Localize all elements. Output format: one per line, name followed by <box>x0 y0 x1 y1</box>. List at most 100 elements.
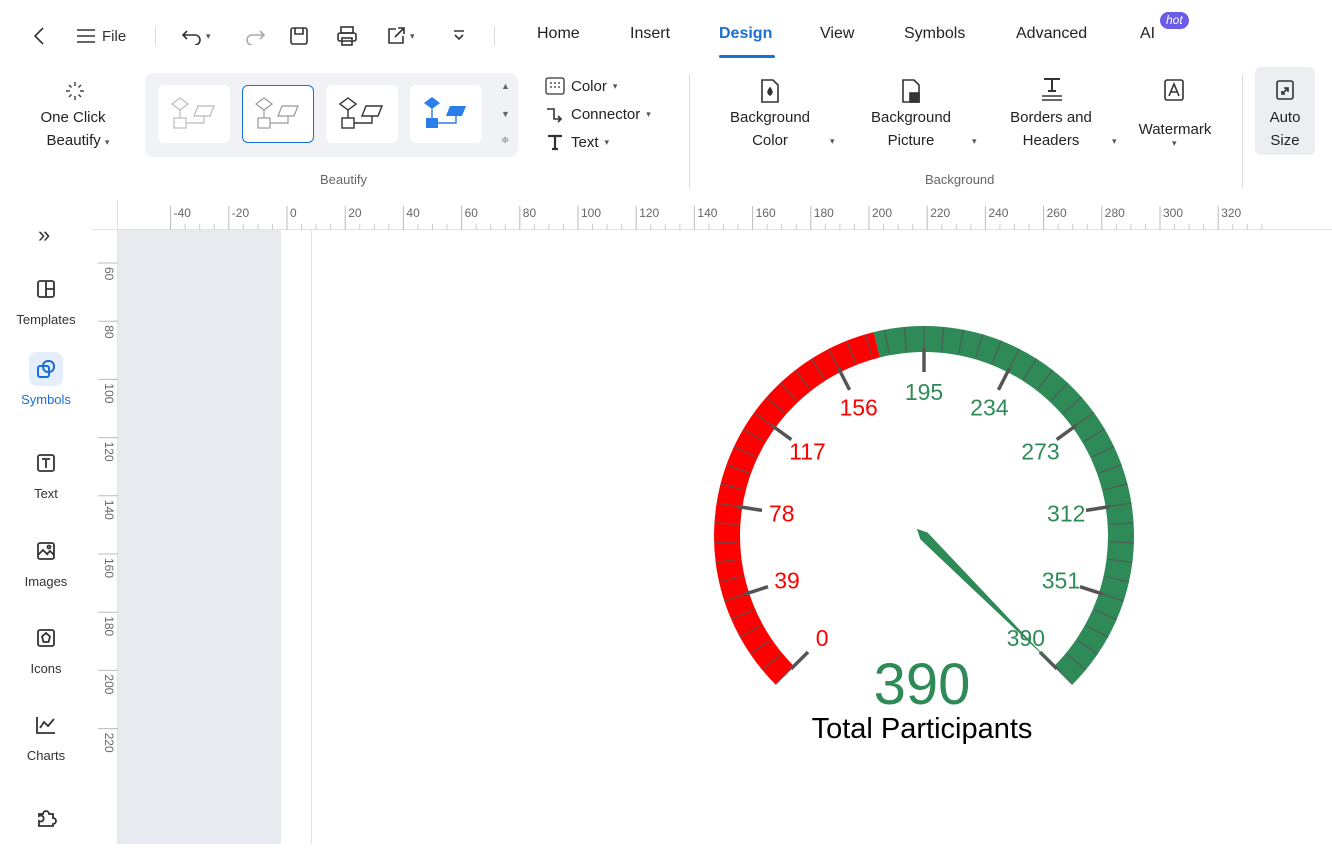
gallery-scroll-down[interactable]: ▼ <box>501 109 510 119</box>
print-button[interactable] <box>334 24 360 48</box>
sidebar-item-label: Images <box>24 574 68 589</box>
gallery-expand[interactable]: ≑ <box>501 135 509 146</box>
text-label: Text <box>571 133 599 151</box>
gauge-major-tick <box>744 585 769 596</box>
style-option-2[interactable] <box>242 85 314 143</box>
tab-design[interactable]: Design <box>719 25 772 43</box>
export-button[interactable]: ▾ <box>386 24 428 48</box>
sidebar-item-label: Symbols <box>21 392 71 407</box>
ruler-corner <box>92 200 118 230</box>
active-tab-indicator <box>719 55 775 58</box>
print-icon <box>337 26 357 46</box>
horizontal-ruler: -40 -20 0 20 40 60 80 100 120 140 160 180 200 220 240 2… <box>118 200 1332 230</box>
file-menu-button[interactable]: File <box>76 24 134 48</box>
ruler-label: 120 <box>639 206 659 220</box>
gallery-scroll-up[interactable]: ▲ <box>501 81 510 91</box>
horizontal-ruler-scale: -40 -20 0 20 40 60 80 100 120 140 160 180 200 220 240 2… <box>170 206 1263 230</box>
charts-icon <box>36 717 55 734</box>
sidebar-item-images[interactable]: Images <box>0 534 92 589</box>
tab-symbols[interactable]: Symbols <box>904 25 965 43</box>
sidebar-item-text[interactable]: Text <box>0 446 92 501</box>
ruler-label: -40 <box>174 206 192 220</box>
borders-headers-button[interactable]: Borders and Headers ▾ <box>998 76 1122 158</box>
sidebar-item-label: Icons <box>30 661 62 676</box>
background-color-button[interactable]: Background Color ▾ <box>720 76 842 158</box>
ruler-label: 180 <box>814 206 834 220</box>
tab-advanced[interactable]: Advanced <box>1016 25 1087 43</box>
redo-icon <box>246 30 265 45</box>
ruler-label: 140 <box>102 500 116 520</box>
drawing-canvas[interactable]: 03978117156195234273312351390 390 Total … <box>118 230 1332 844</box>
gauge-chart[interactable]: 03978117156195234273312351390 390 Total … <box>118 230 1332 844</box>
style-option-4[interactable] <box>410 85 482 143</box>
connector-menu[interactable]: Connector ▾ <box>545 105 651 123</box>
chevron-down-icon: ▾ <box>612 80 618 91</box>
connector-label: Connector <box>571 105 641 123</box>
save-button[interactable] <box>288 24 310 48</box>
bg-color-label-line2: Color <box>752 132 788 149</box>
chevron-down-icon: ▾ <box>646 108 651 119</box>
gauge-tick-labels: 03978117156195234273312351390 <box>769 379 1085 651</box>
left-sidebar: » Templates Symbols Text Images Icons Ch… <box>0 200 92 844</box>
text-format-icon <box>548 134 562 151</box>
templates-icon <box>37 280 55 298</box>
text-menu[interactable]: Text ▾ <box>545 133 609 151</box>
ruler-label: 80 <box>523 206 537 220</box>
ruler-label: 120 <box>102 442 116 462</box>
expand-sidebar-button[interactable]: » <box>38 222 50 248</box>
chevron-down-icon: ▾ <box>830 136 835 146</box>
back-button[interactable] <box>28 24 50 48</box>
color-menu[interactable]: Color ▾ <box>545 77 617 95</box>
gauge-tick-label: 273 <box>1021 438 1059 464</box>
beautify-group-label: Beautify <box>320 172 367 187</box>
gauge-value: 390 <box>874 652 971 717</box>
bg-picture-label-line2: Picture <box>887 132 935 149</box>
tab-insert[interactable]: Insert <box>630 25 670 43</box>
gauge-minor-tick <box>714 541 739 544</box>
style-option-1[interactable] <box>158 85 230 143</box>
tab-ai[interactable]: AI <box>1140 25 1155 43</box>
chevron-down-icon: ▾ <box>1172 138 1177 148</box>
gauge-major-tick <box>789 650 810 671</box>
sidebar-item-charts[interactable]: Charts <box>0 708 92 763</box>
sidebar-item-more[interactable] <box>0 800 92 834</box>
borders-label-line1: Borders and <box>1010 109 1092 126</box>
gauge-major-tick <box>837 367 852 391</box>
double-chevron-down-icon <box>454 30 464 41</box>
undo-button[interactable]: ▾ <box>182 24 222 48</box>
sidebar-item-label: Charts <box>26 748 66 763</box>
gauge-tick-label: 117 <box>789 438 826 464</box>
images-icon <box>37 542 55 560</box>
text-icon <box>37 454 55 472</box>
background-picture-button[interactable]: Background Picture ▾ <box>860 76 982 158</box>
ruler-label: 200 <box>872 206 892 220</box>
puzzle-icon <box>38 810 57 827</box>
one-click-label-line2: Beautify ▾ <box>46 132 110 149</box>
chevron-down-icon: ▾ <box>104 137 110 147</box>
more-tools-button[interactable] <box>450 24 468 48</box>
sidebar-item-symbols[interactable]: Symbols <box>0 352 92 407</box>
sidebar-item-label: Templates <box>16 312 76 327</box>
tab-view[interactable]: View <box>820 25 854 43</box>
gauge-tick-label: 78 <box>769 500 795 526</box>
style-option-3[interactable] <box>326 85 398 143</box>
auto-size-icon <box>1276 80 1294 100</box>
bg-color-label-line1: Background <box>729 109 811 126</box>
icons-icon <box>37 629 55 647</box>
one-click-beautify-button[interactable]: One Click Beautify ▾ <box>30 78 120 158</box>
background-picture-icon <box>902 79 920 103</box>
sidebar-item-icons[interactable]: Icons <box>0 621 92 676</box>
watermark-button[interactable]: Watermark ▾ <box>1130 76 1226 158</box>
ruler-label: 0 <box>290 206 297 220</box>
file-label: File <box>102 27 127 45</box>
tab-home[interactable]: Home <box>537 25 580 43</box>
chevron-down-icon: ▾ <box>972 136 977 146</box>
ruler-label: -20 <box>232 206 250 220</box>
ruler-label: 140 <box>697 206 717 220</box>
color-palette-icon <box>545 77 565 95</box>
redo-button[interactable] <box>244 24 266 48</box>
gauge-tick-label: 234 <box>970 395 1009 421</box>
sidebar-item-templates[interactable]: Templates <box>0 272 92 327</box>
gauge-tick-label: 195 <box>905 379 943 405</box>
auto-size-button[interactable]: Auto Size <box>1255 67 1315 155</box>
